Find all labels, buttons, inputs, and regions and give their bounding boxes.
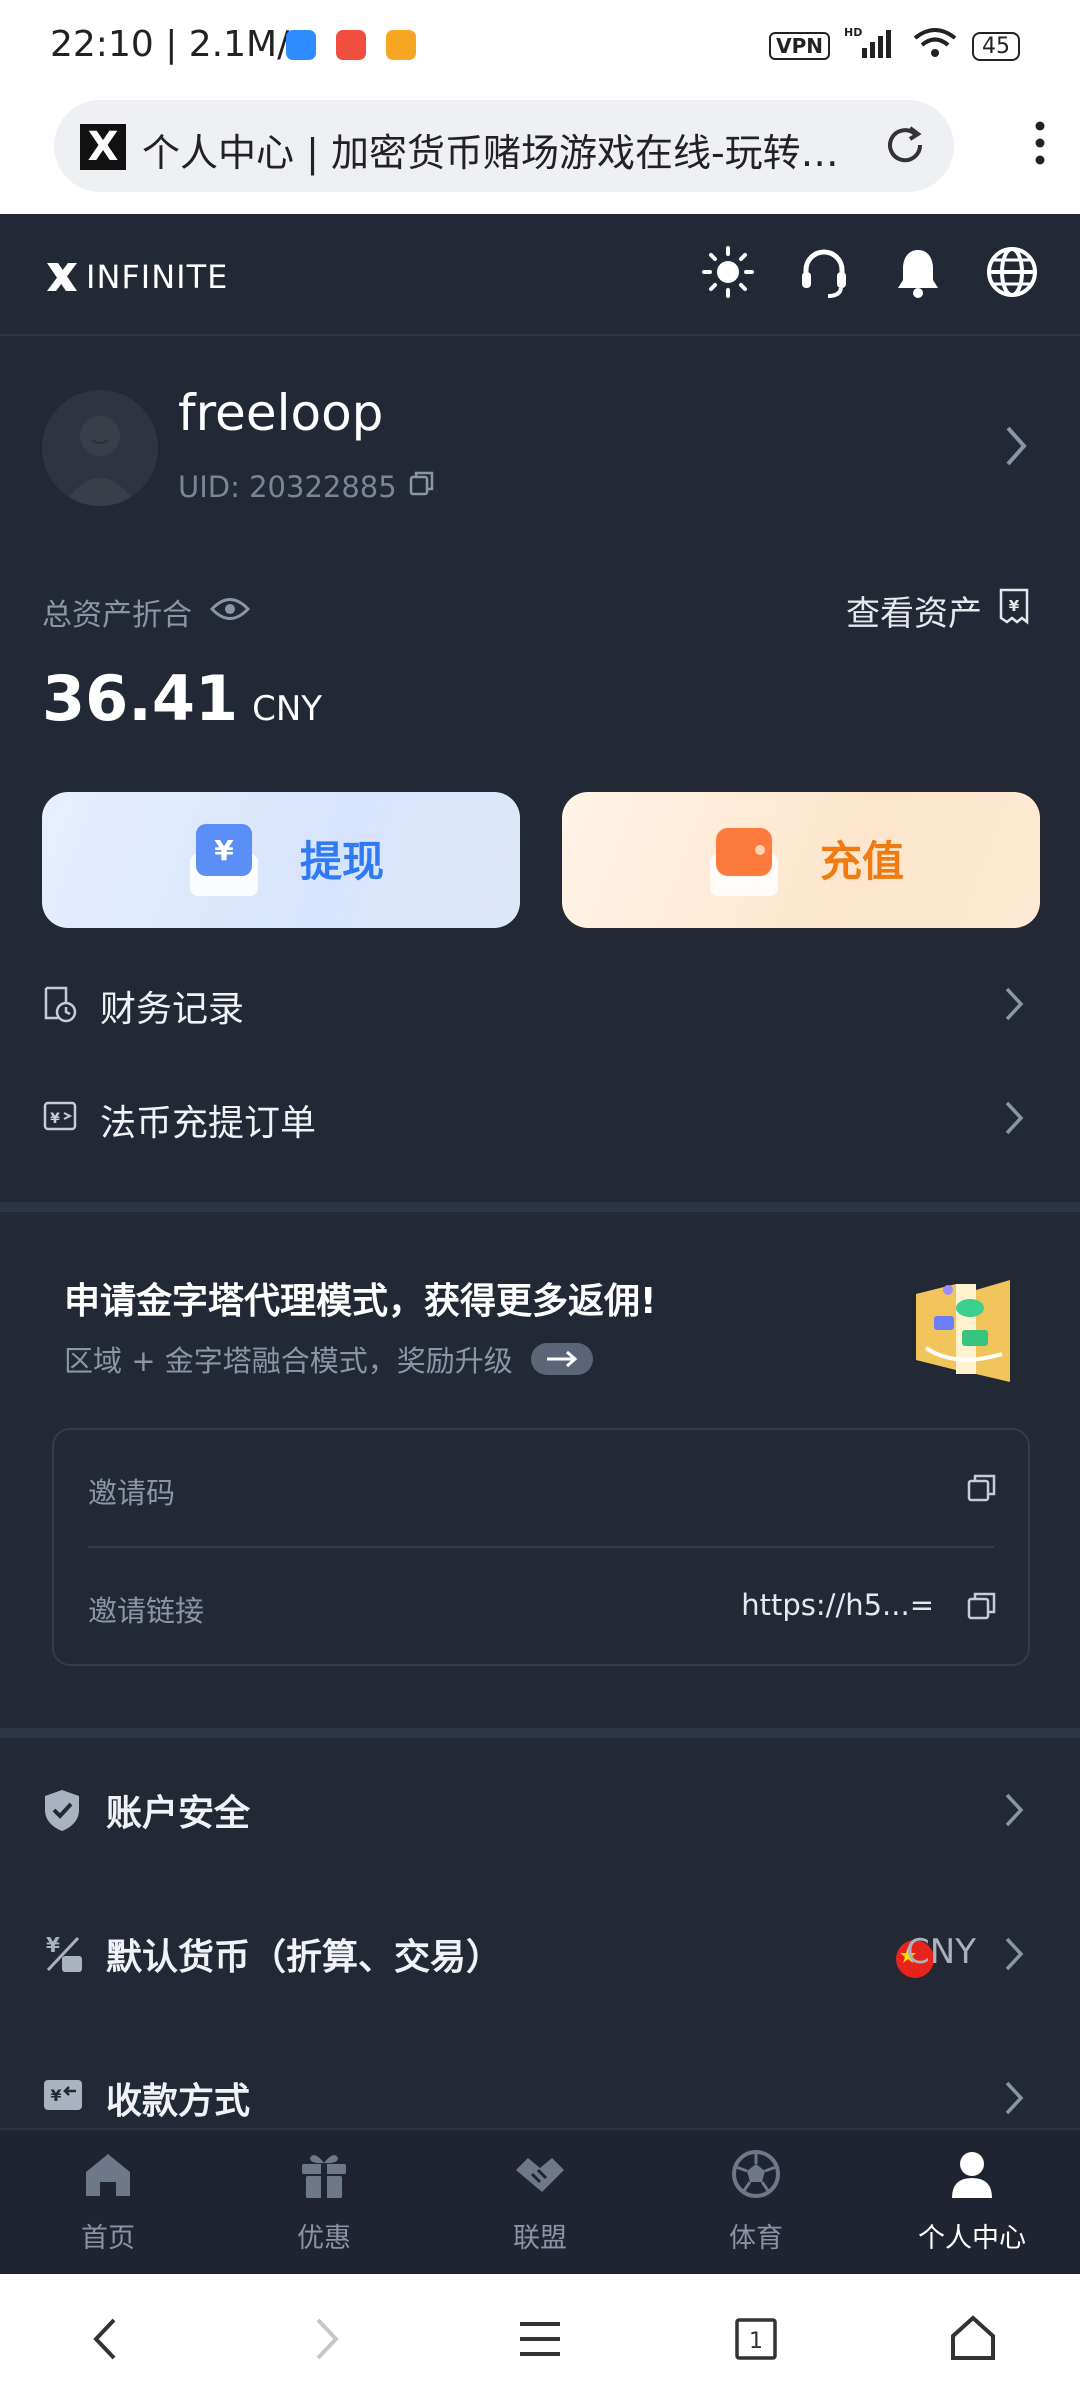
- fiat-orders-row[interactable]: ¥ 法币充提订单: [0, 1068, 1080, 1168]
- profile-chevron-right-icon[interactable]: [1004, 424, 1028, 472]
- promo-title: 申请金字塔代理模式，获得更多返佣!: [64, 1281, 657, 1322]
- nav-alliance[interactable]: 联盟: [432, 2130, 648, 2276]
- app-notification-icon: [386, 30, 416, 60]
- app-notification-icon: [286, 30, 316, 60]
- bell-icon[interactable]: [890, 244, 946, 304]
- arrow-right-icon[interactable]: [530, 1343, 593, 1375]
- copy-icon[interactable]: [966, 1472, 998, 1508]
- default-currency-row[interactable]: ¥ 默认货币（折算、交易） CNY: [0, 1892, 1080, 2012]
- logo[interactable]: INFINITE: [44, 258, 228, 296]
- bottom-navigation: 首页 优惠 联盟 体育 个人中心: [0, 2128, 1080, 2276]
- svg-text:HD: HD: [844, 26, 862, 39]
- svg-text:¥: ¥: [1009, 597, 1020, 615]
- promo-subtitle[interactable]: 区域 + 金字塔融合模式，奖励升级: [64, 1338, 593, 1380]
- svg-text:¥: ¥: [50, 1111, 60, 1127]
- tabs-icon[interactable]: 1: [734, 2314, 778, 2368]
- vpn-icon: VPN: [769, 32, 830, 60]
- logo-x-icon: [47, 263, 77, 291]
- home-icon[interactable]: [950, 2314, 996, 2368]
- section-divider: [0, 1202, 1080, 1212]
- menu-icon[interactable]: [518, 2314, 562, 2368]
- signal-icon: HD: [844, 26, 898, 66]
- nav-home[interactable]: 首页: [0, 2130, 216, 2276]
- user-id: UID: 20322885: [178, 468, 437, 505]
- account-security-row[interactable]: 账户安全: [0, 1748, 1080, 1868]
- avatar[interactable]: [42, 390, 158, 506]
- sun-icon[interactable]: [700, 244, 756, 304]
- headset-icon[interactable]: [796, 244, 852, 304]
- finance-record-icon: [42, 984, 78, 1028]
- svg-text:¥: ¥: [46, 1933, 60, 1957]
- forward-icon[interactable]: [306, 2314, 346, 2368]
- chevron-right-icon: [1004, 2080, 1024, 2120]
- person-icon: [944, 2146, 1000, 2206]
- svg-text:¥: ¥: [50, 2086, 61, 2105]
- page-title: 个人中心 | 加密货币赌场游戏在线-玩转…: [142, 131, 839, 175]
- deposit-button[interactable]: 充值: [562, 792, 1040, 928]
- fiat-exchange-icon: ¥: [42, 1098, 80, 1138]
- section-divider: [0, 1728, 1080, 1738]
- invite-link-row: 邀请链接 https://h5...=: [54, 1548, 1028, 1664]
- total-assets-label: 总资产折合: [42, 590, 251, 634]
- copy-icon[interactable]: [407, 468, 437, 505]
- receipt-icon: ¥: [998, 587, 1030, 634]
- globe-icon[interactable]: [984, 244, 1040, 304]
- handshake-icon: [512, 2146, 568, 2206]
- chevron-right-icon: [1004, 1936, 1024, 1976]
- eye-icon[interactable]: [209, 595, 251, 630]
- chevron-right-icon: [1004, 1792, 1024, 1832]
- wifi-icon: [912, 26, 958, 66]
- back-icon[interactable]: [86, 2314, 126, 2368]
- view-assets-link[interactable]: 查看资产 ¥: [846, 586, 1030, 635]
- nav-sports[interactable]: 体育: [648, 2130, 864, 2276]
- reload-icon[interactable]: [882, 122, 928, 172]
- agent-illustration: [916, 1280, 1010, 1382]
- withdraw-button[interactable]: ¥ 提现: [42, 792, 520, 928]
- svg-text:1: 1: [749, 2329, 763, 2354]
- invite-panel: 邀请码 邀请链接 https://h5...=: [52, 1428, 1030, 1666]
- browser-bar: X 个人中心 | 加密货币赌场游戏在线-玩转…: [0, 96, 1080, 214]
- site-favicon: X: [80, 124, 126, 170]
- balance-amount: 36.41 CNY: [42, 662, 323, 735]
- nav-promotions[interactable]: 优惠: [216, 2130, 432, 2276]
- status-time: 22:10 | 2.1M/s: [50, 24, 308, 65]
- username: freeloop: [178, 384, 384, 442]
- svg-text:¥: ¥: [214, 834, 234, 867]
- gift-icon: [296, 2146, 352, 2206]
- finance-records-row[interactable]: 财务记录: [0, 954, 1080, 1054]
- system-navigation-bar: 1: [0, 2274, 1080, 2400]
- app-header: INFINITE: [0, 214, 1080, 336]
- wallet-yuan-icon: ¥: [190, 824, 258, 896]
- soccer-ball-icon: [728, 2146, 784, 2206]
- battery-icon: 45: [972, 31, 1020, 61]
- currency-exchange-icon: ¥: [42, 1932, 84, 1978]
- wallet-icon: [710, 828, 778, 896]
- status-indicators: VPN HD 45: [769, 26, 1020, 66]
- default-currency-value: CNY: [906, 1932, 976, 1972]
- nav-profile[interactable]: 个人中心: [864, 2130, 1080, 2276]
- home-icon: [80, 2146, 136, 2206]
- shield-check-icon: [42, 1788, 82, 1836]
- address-bar[interactable]: X 个人中心 | 加密货币赌场游戏在线-玩转…: [54, 100, 954, 192]
- invite-code-row: 邀请码: [54, 1430, 1028, 1546]
- app-notification-icon: [336, 30, 366, 60]
- chevron-right-icon: [1004, 986, 1024, 1026]
- more-vert-icon[interactable]: [1030, 118, 1050, 172]
- chevron-right-icon: [1004, 1100, 1024, 1140]
- payment-method-icon: ¥: [42, 2076, 84, 2116]
- copy-icon[interactable]: [966, 1590, 998, 1626]
- status-bar: 22:10 | 2.1M/s VPN HD 45: [0, 0, 1080, 96]
